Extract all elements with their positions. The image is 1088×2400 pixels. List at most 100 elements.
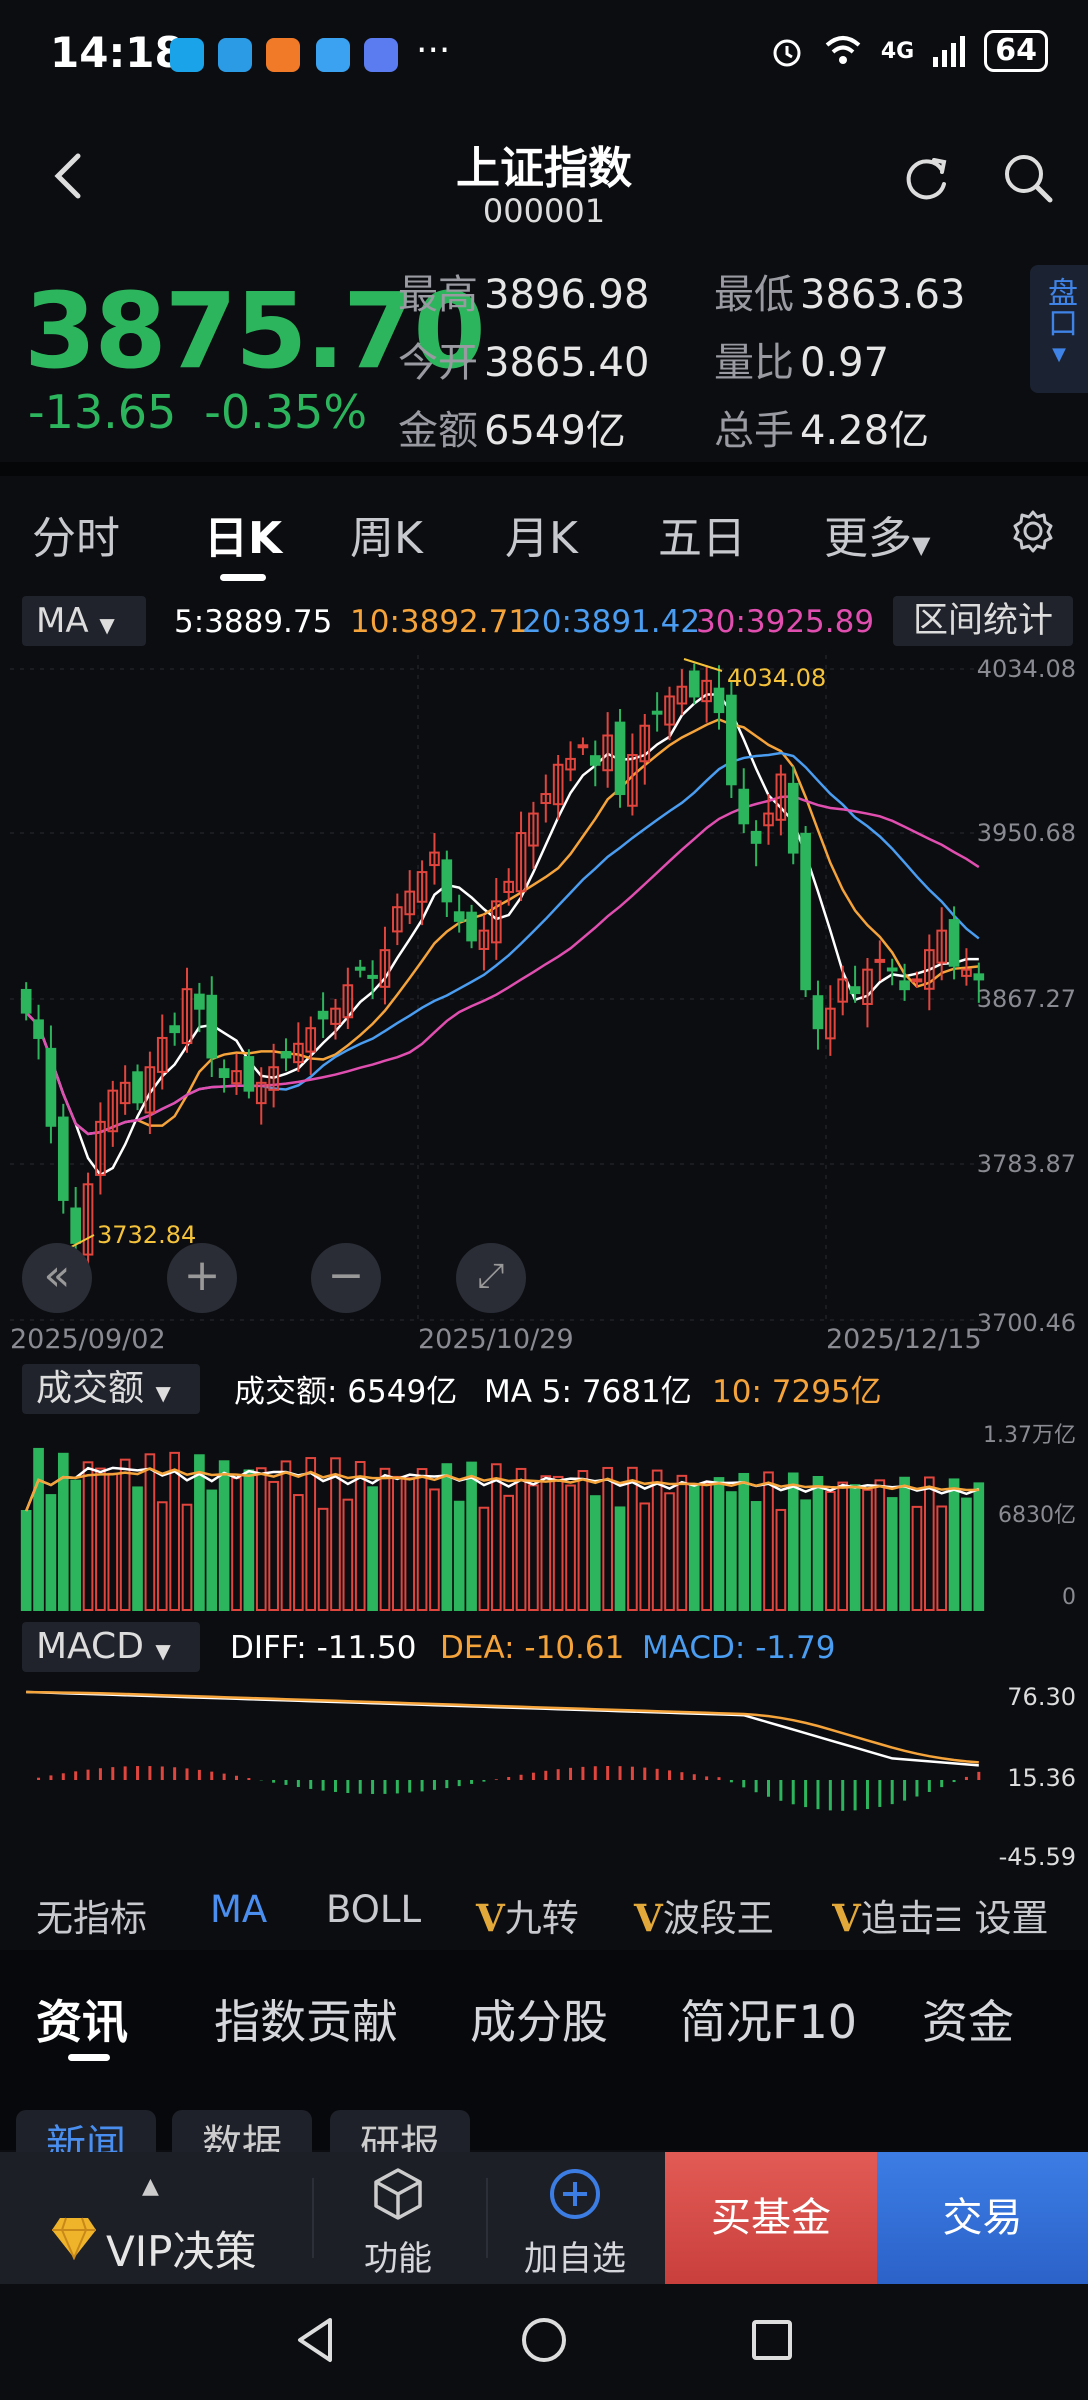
indicator-ma[interactable]: MA bbox=[210, 1888, 267, 1931]
volume-bar bbox=[82, 1461, 94, 1611]
y-axis-label: 3867.27 bbox=[977, 985, 1076, 1013]
settings-list-icon: ☰ bbox=[934, 1901, 963, 1939]
volume-bar bbox=[837, 1481, 849, 1611]
candle-body bbox=[726, 694, 737, 786]
app-notification-icon bbox=[218, 38, 252, 72]
tab-index-contribution[interactable]: 指数贡献 bbox=[214, 1986, 398, 2052]
chevron-down-icon: ▼ bbox=[155, 1639, 171, 1663]
max-annotation: 4034.08 bbox=[727, 664, 826, 692]
indicator-jiuzhuan[interactable]: V九转 bbox=[476, 1888, 579, 1942]
volume-bar bbox=[95, 1467, 106, 1611]
tab-monthly-k[interactable]: 月K bbox=[505, 502, 578, 566]
y-axis-label: 4034.08 bbox=[977, 655, 1076, 683]
ma-select[interactable]: MA ▼ bbox=[22, 596, 146, 646]
refresh-button[interactable] bbox=[898, 150, 954, 206]
volume-bar bbox=[70, 1479, 82, 1612]
trade-button[interactable]: 交易 bbox=[877, 2152, 1088, 2284]
candle-body bbox=[243, 1056, 255, 1092]
indicator-none[interactable]: 无指标 bbox=[36, 1888, 147, 1942]
volume-bar bbox=[812, 1476, 824, 1611]
chevron-up-icon: ▲ bbox=[142, 2174, 159, 2199]
tab-more[interactable]: 更多▼ bbox=[824, 502, 930, 566]
zoom-out-button[interactable]: − bbox=[311, 1243, 381, 1313]
volume-bar bbox=[676, 1474, 688, 1611]
indicator-boduanwang[interactable]: V波段王 bbox=[634, 1888, 774, 1942]
music-icon bbox=[364, 38, 398, 72]
gear-icon[interactable] bbox=[1010, 508, 1056, 554]
candle-body bbox=[45, 1047, 57, 1127]
ma-select-label: MA bbox=[36, 601, 89, 641]
chevron-down-icon: ▼ bbox=[99, 613, 115, 637]
volume-bar bbox=[528, 1484, 539, 1611]
volume-bar bbox=[268, 1480, 279, 1612]
tab-f10[interactable]: 简况F10 bbox=[680, 1986, 857, 2052]
volume-ma5-line bbox=[25, 1466, 980, 1512]
open-label: 今开 bbox=[398, 340, 478, 386]
tab-daily-k[interactable]: 日K bbox=[204, 502, 282, 566]
fullscreen-button[interactable]: ⤢ bbox=[456, 1243, 526, 1313]
candle-body bbox=[973, 973, 985, 981]
kline-chart[interactable]: 4034.08 3950.68 3867.27 3783.87 3700.46 … bbox=[0, 655, 1088, 1355]
indicator-settings[interactable]: ☰ 设置 bbox=[934, 1888, 1049, 1942]
candle-body bbox=[800, 832, 811, 991]
indicator-zhuiji[interactable]: V追击 bbox=[832, 1888, 932, 1942]
volume-select[interactable]: 成交额 ▼ bbox=[22, 1364, 200, 1414]
vip-decision-button[interactable]: ▲ VIP决策 bbox=[0, 2152, 312, 2284]
candle-body bbox=[713, 687, 725, 714]
volume-bar bbox=[775, 1508, 787, 1611]
indicator-boll[interactable]: BOLL bbox=[326, 1888, 421, 1931]
candle-body bbox=[317, 1010, 329, 1020]
zoom-in-button[interactable]: + bbox=[167, 1243, 237, 1313]
change-percent: -0.35% bbox=[204, 385, 368, 439]
tab-funds[interactable]: 资金 bbox=[922, 1986, 1014, 2052]
status-right: 4G 64 bbox=[769, 30, 1048, 72]
volume-chart[interactable]: 1.37万亿 6830亿 0 bbox=[0, 1420, 1088, 1620]
scroll-left-button[interactable]: « bbox=[22, 1243, 92, 1313]
y-axis-label: -45.59 bbox=[999, 1843, 1076, 1871]
add-watchlist-button[interactable]: 加自选 bbox=[510, 2166, 640, 2280]
tab-weekly-k[interactable]: 周K bbox=[350, 502, 423, 566]
diamond-icon bbox=[52, 2217, 96, 2260]
tab-intraday[interactable]: 分时 bbox=[32, 502, 120, 566]
volume-bar bbox=[664, 1492, 675, 1611]
amount-label: 金额 bbox=[398, 408, 478, 454]
volume-bar bbox=[701, 1482, 712, 1612]
volume-bar bbox=[589, 1495, 601, 1611]
volume-bar bbox=[367, 1486, 378, 1611]
indicator-jiuzhuan-label: 九转 bbox=[504, 1897, 579, 1940]
nav-back-icon[interactable] bbox=[290, 2314, 342, 2366]
candle-body bbox=[948, 919, 960, 967]
tab-five-day[interactable]: 五日 bbox=[658, 502, 746, 566]
y-axis-label: 3700.46 bbox=[977, 1309, 1076, 1337]
volume-bar bbox=[181, 1503, 193, 1611]
battery-icon: 64 bbox=[984, 30, 1048, 72]
vip-v-icon: V bbox=[832, 1896, 861, 1940]
low-value: 3863.63 bbox=[800, 272, 966, 318]
range-stats-button[interactable]: 区间统计 bbox=[893, 596, 1073, 646]
volume-bar bbox=[342, 1498, 354, 1611]
ma5-value: 5:3889.75 bbox=[174, 604, 333, 640]
price-change: -13.65 -0.35% bbox=[28, 385, 367, 439]
volume-bar bbox=[565, 1484, 576, 1611]
volume-bar bbox=[899, 1476, 910, 1611]
pankou-button[interactable]: 盘口 ▼ bbox=[1030, 265, 1088, 393]
indicator-boduanwang-label: 波段王 bbox=[662, 1897, 774, 1940]
function-button[interactable]: 功能 bbox=[342, 2166, 454, 2280]
volume-bar bbox=[33, 1447, 44, 1611]
y-axis-label: 0 bbox=[1062, 1585, 1076, 1610]
volume-bar bbox=[156, 1501, 168, 1611]
tab-constituents[interactable]: 成分股 bbox=[470, 1986, 608, 2052]
macd-select[interactable]: MACD ▼ bbox=[22, 1622, 200, 1672]
nav-home-icon[interactable] bbox=[518, 2314, 570, 2366]
search-button[interactable] bbox=[1000, 150, 1056, 206]
open-value: 3865.40 bbox=[484, 340, 650, 386]
divider bbox=[312, 2178, 314, 2258]
macd-chart[interactable]: 76.30 15.36 -45.59 bbox=[0, 1672, 1088, 1872]
hands-stat: 总手 4.28亿 bbox=[714, 398, 929, 456]
tab-news[interactable]: 资讯 bbox=[36, 1986, 128, 2052]
buy-fund-button[interactable]: 买基金 bbox=[665, 2152, 877, 2284]
volume-bar bbox=[305, 1457, 317, 1612]
nav-recents-icon[interactable] bbox=[746, 2314, 798, 2366]
candle-body bbox=[738, 788, 750, 825]
ma10-value: 10:3892.71 bbox=[350, 604, 529, 640]
